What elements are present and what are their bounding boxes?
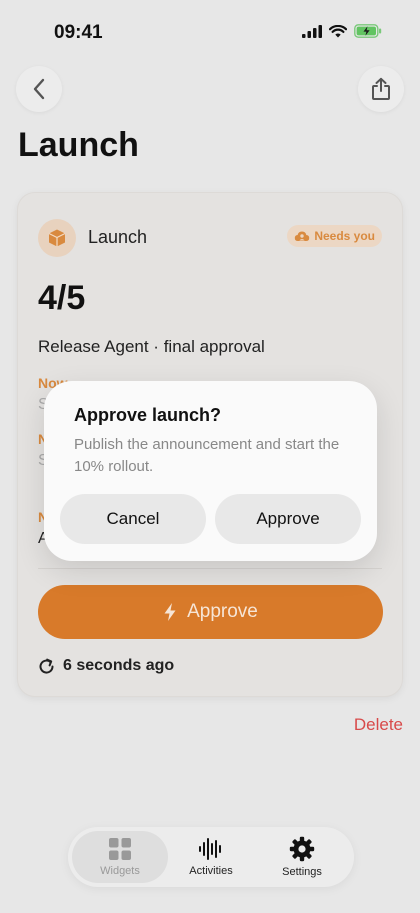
share-button[interactable] (358, 66, 404, 112)
tab-widgets-label: Widgets (100, 865, 140, 877)
grid-icon (109, 838, 131, 860)
delete-button[interactable]: Delete (354, 715, 403, 735)
battery-charging-icon (354, 24, 382, 38)
status-badge-label: Needs you (314, 229, 375, 243)
confirm-dialog: Approve launch? Publish the announcement… (44, 381, 377, 561)
refresh-icon (39, 658, 54, 674)
progress-count: 4/5 (38, 279, 86, 317)
last-updated[interactable]: 6 seconds ago (38, 657, 174, 675)
card-app-name: Launch (88, 227, 148, 247)
tab-settings[interactable]: Settings (254, 831, 350, 883)
cancel-button[interactable]: Cancel (60, 494, 206, 544)
last-updated-text: 6 seconds ago (63, 657, 175, 674)
status-badge: Needs you (287, 225, 382, 247)
cloud-person-icon (295, 231, 310, 241)
tab-bar: Widgets Activities Settings (68, 827, 354, 887)
dialog-message: Publish the announcement and start the 1… (74, 436, 340, 475)
status-bar: 09:41 (0, 0, 420, 60)
status-time: 09:41 (54, 22, 103, 43)
agent-line: Release Agent · final approval (38, 337, 265, 356)
waveform-icon (199, 838, 221, 860)
app-icon (38, 219, 76, 257)
bolt-icon (164, 603, 176, 621)
confirm-approve-button[interactable]: Approve (215, 494, 361, 544)
wifi-icon (329, 24, 347, 37)
divider (38, 568, 382, 569)
gear-icon (289, 836, 315, 862)
status-icons (302, 24, 382, 38)
approve-button-label: Approve (187, 601, 258, 622)
dialog-title: Approve launch? (74, 405, 222, 425)
box-icon (48, 229, 66, 247)
tab-activities-label: Activities (189, 865, 233, 877)
tab-settings-label: Settings (282, 866, 322, 878)
tab-activities[interactable]: Activities (163, 831, 259, 883)
approve-button[interactable]: Approve (38, 585, 383, 639)
signal-icon (302, 24, 322, 38)
chevron-left-icon (33, 78, 45, 100)
page-title: Launch (18, 126, 139, 164)
tab-widgets[interactable]: Widgets (72, 831, 168, 883)
back-button[interactable] (16, 66, 62, 112)
share-icon (372, 77, 390, 100)
